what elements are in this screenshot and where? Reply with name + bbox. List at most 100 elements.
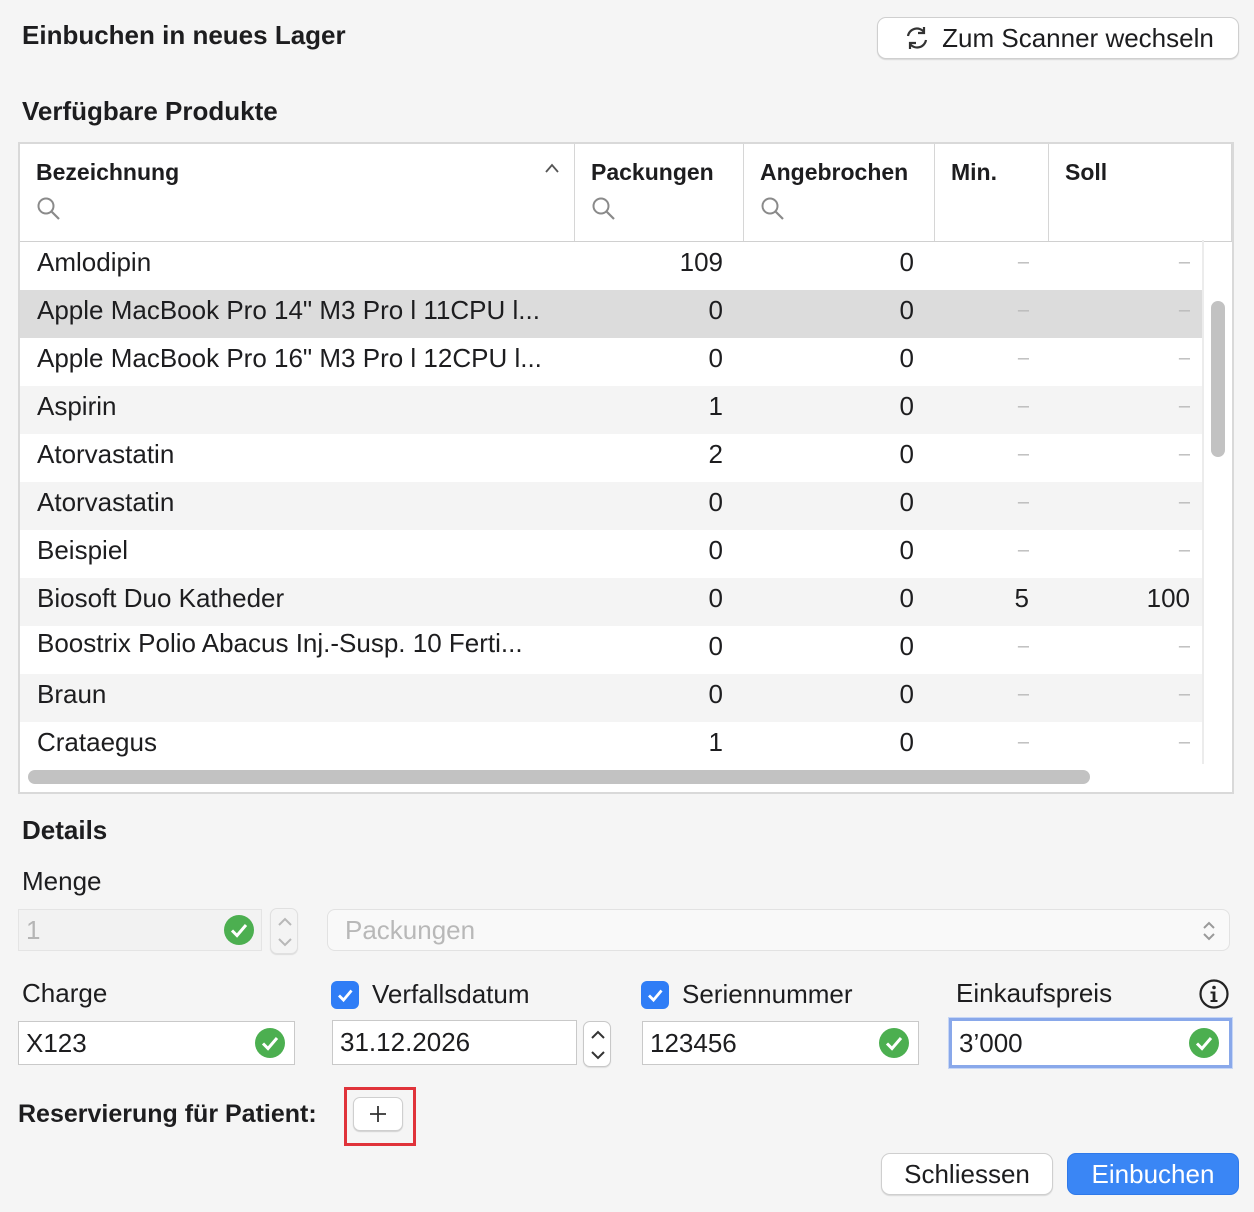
refresh-icon [907, 27, 928, 49]
switch-to-scanner-button[interactable]: Zum Scanner wechseln [877, 17, 1239, 59]
sort-ascending-icon [545, 163, 559, 173]
chevron-up-down-icon [1203, 921, 1215, 941]
seriennummer-label: Seriennummer [682, 979, 853, 1009]
details-section-title: Details [22, 815, 108, 845]
cell-packungen: 1 [708, 391, 723, 421]
cell-bezeichnung: Apple MacBook Pro 16" M3 Pro l 12CPU l..… [37, 343, 542, 373]
cell-soll: – [1178, 299, 1190, 321]
cell-packungen: 2 [708, 439, 723, 469]
column-header-label: Packungen [591, 159, 714, 185]
valid-check-icon [1189, 1028, 1219, 1058]
unit-select[interactable]: Packungen [327, 909, 1230, 951]
cell-soll: – [1178, 635, 1190, 657]
cell-bezeichnung: Boostrix Polio Abacus Inj.-Susp. 10 Fert… [37, 628, 523, 658]
cell-angebrochen: 0 [899, 295, 914, 325]
products-section-title: Verfügbare Produkte [22, 96, 278, 126]
table-row[interactable]: Amlodipin 109 0 – – [20, 242, 1202, 290]
cell-packungen: 0 [708, 679, 723, 709]
close-button[interactable]: Schliessen [881, 1153, 1053, 1195]
dialog-title: Einbuchen in neues Lager [22, 20, 346, 50]
seriennummer-checkbox[interactable] [641, 980, 669, 1009]
cell-min: – [1017, 395, 1029, 417]
cell-bezeichnung: Crataegus [37, 727, 157, 757]
cell-angebrochen: 0 [899, 535, 914, 565]
charge-value: X123 [26, 1027, 87, 1058]
verfallsdatum-input[interactable]: 31.12.2026 [332, 1020, 577, 1065]
cell-soll: – [1178, 251, 1190, 273]
checkmark-icon [338, 989, 353, 1002]
stepper-arrows-icon [591, 1030, 605, 1060]
cell-angebrochen: 0 [899, 631, 914, 661]
cell-min: – [1017, 539, 1029, 561]
column-header-min[interactable]: Min. [935, 144, 1049, 241]
table-row[interactable]: Braun 0 0 – – [20, 674, 1202, 722]
cell-packungen: 109 [679, 247, 723, 277]
search-icon[interactable] [760, 196, 786, 222]
valid-check-icon [255, 1028, 285, 1058]
cell-min: 5 [1014, 583, 1029, 613]
unit-select-value: Packungen [345, 915, 476, 945]
cell-min: – [1017, 683, 1029, 705]
table-body: Amlodipin 109 0 – – Apple MacBook Pro 14… [20, 242, 1202, 770]
info-icon[interactable] [1198, 978, 1230, 1010]
column-header-angebrochen[interactable]: Angebrochen [744, 144, 935, 241]
cell-min: – [1017, 635, 1029, 657]
menge-value: 1 [26, 914, 41, 945]
table-row[interactable]: Boostrix Polio Abacus Inj.-Susp. 10 Fert… [20, 626, 1202, 674]
cell-bezeichnung: Aspirin [37, 391, 117, 421]
cell-soll: – [1178, 683, 1190, 705]
horizontal-scrollbar-thumb[interactable] [28, 770, 1090, 784]
cell-packungen: 0 [708, 343, 723, 373]
table-row[interactable]: Atorvastatin 0 0 – – [20, 482, 1202, 530]
table-row[interactable]: Biosoft Duo Katheder 0 0 5 100 [20, 578, 1202, 626]
cell-bezeichnung: Atorvastatin [37, 487, 175, 517]
cell-soll: – [1178, 731, 1190, 753]
cell-min: – [1017, 443, 1029, 465]
verfallsdatum-checkbox[interactable] [331, 980, 359, 1009]
book-in-button[interactable]: Einbuchen [1067, 1153, 1239, 1195]
cell-soll: – [1178, 491, 1190, 513]
column-header-label: Min. [951, 159, 997, 185]
table-row[interactable]: Beispiel 0 0 – – [20, 530, 1202, 578]
table-header: Bezeichnung Packungen Angebrochen Min. S… [20, 144, 1232, 242]
cell-angebrochen: 0 [899, 679, 914, 709]
cell-angebrochen: 0 [899, 487, 914, 517]
date-stepper[interactable] [583, 1021, 611, 1067]
table-row[interactable]: Aspirin 1 0 – – [20, 386, 1202, 434]
checkmark-icon [648, 989, 663, 1002]
cell-angebrochen: 0 [899, 439, 914, 469]
cell-bezeichnung: Atorvastatin [37, 439, 175, 469]
cell-packungen: 0 [708, 295, 723, 325]
cell-angebrochen: 0 [899, 391, 914, 421]
table-row-selected[interactable]: Apple MacBook Pro 14" M3 Pro l 11CPU l..… [20, 290, 1202, 338]
cell-min: – [1017, 731, 1029, 753]
search-icon[interactable] [36, 196, 62, 222]
products-table[interactable]: Bezeichnung Packungen Angebrochen Min. S… [18, 142, 1234, 794]
cell-min: – [1017, 299, 1029, 321]
seriennummer-checkbox-group[interactable]: Seriennummer [641, 979, 853, 1010]
column-header-bezeichnung[interactable]: Bezeichnung [20, 144, 575, 241]
cell-soll: – [1178, 347, 1190, 369]
valid-check-icon [224, 915, 254, 945]
cell-packungen: 0 [708, 631, 723, 661]
cell-packungen: 0 [708, 535, 723, 565]
table-row[interactable]: Apple MacBook Pro 16" M3 Pro l 12CPU l..… [20, 338, 1202, 386]
verfallsdatum-checkbox-group[interactable]: Verfallsdatum [331, 979, 530, 1010]
cell-angebrochen: 0 [899, 343, 914, 373]
menge-stepper[interactable] [270, 908, 298, 954]
switch-to-scanner-label: Zum Scanner wechseln [942, 22, 1214, 53]
seriennummer-value: 123456 [650, 1027, 737, 1058]
add-patient-reservation-button[interactable] [353, 1097, 403, 1131]
cell-packungen: 1 [708, 727, 723, 757]
column-header-soll[interactable]: Soll [1049, 144, 1232, 241]
table-row[interactable]: Atorvastatin 2 0 – – [20, 434, 1202, 482]
cell-soll: – [1178, 443, 1190, 465]
vertical-scrollbar-thumb[interactable] [1211, 301, 1225, 457]
column-header-packungen[interactable]: Packungen [575, 144, 744, 241]
cell-angebrochen: 0 [899, 727, 914, 757]
table-row[interactable]: Crataegus 1 0 – – [20, 722, 1202, 770]
search-icon[interactable] [591, 196, 617, 222]
column-header-label: Soll [1065, 159, 1108, 185]
cell-angebrochen: 0 [899, 247, 914, 277]
charge-label: Charge [22, 978, 108, 1008]
